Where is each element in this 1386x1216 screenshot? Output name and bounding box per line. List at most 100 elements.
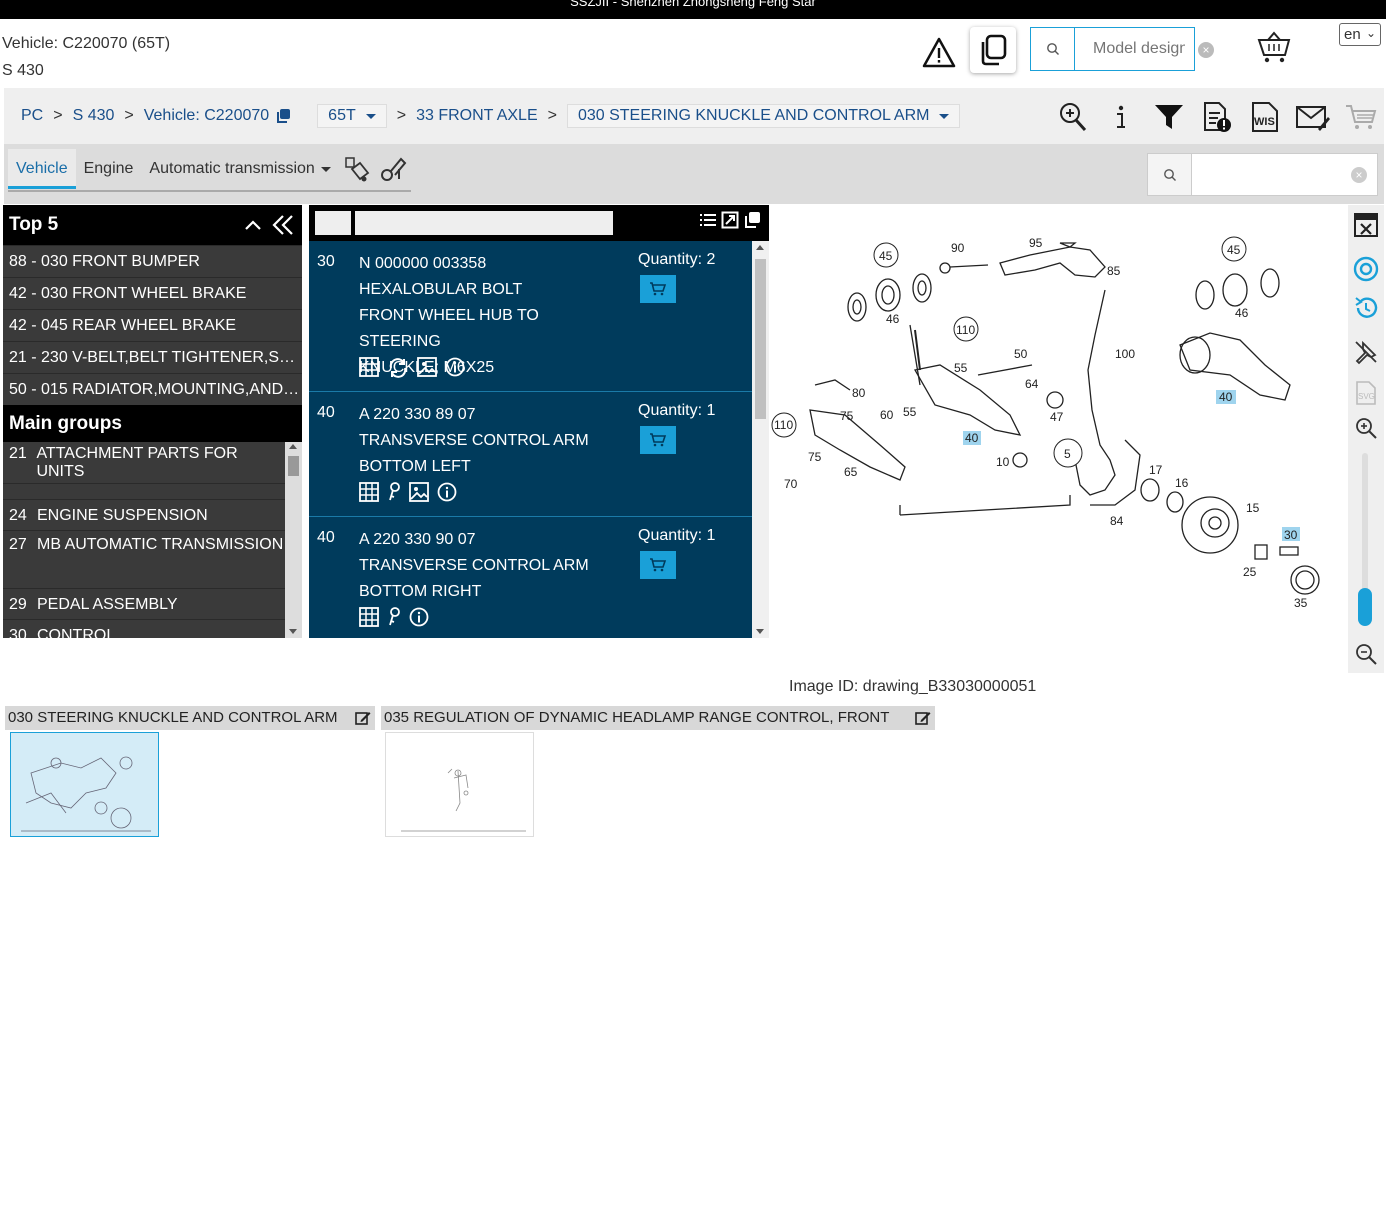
unpin-icon[interactable]	[1352, 338, 1380, 366]
document-alert-icon[interactable]	[1200, 100, 1234, 134]
main-group-item[interactable]: 27 MB AUTOMATIC TRANSMISSION	[3, 531, 285, 589]
clear-icon[interactable]: ×	[1351, 167, 1367, 183]
scroll-down-icon[interactable]	[289, 629, 297, 634]
breadcrumb-pc[interactable]: PC	[21, 107, 43, 125]
scrollbar[interactable]	[285, 442, 302, 638]
table-icon[interactable]	[359, 482, 379, 502]
info-icon[interactable]	[409, 607, 429, 627]
model-search-input[interactable]	[1075, 28, 1185, 70]
paint-icon[interactable]	[339, 151, 375, 187]
main-group-item[interactable]: 29 PEDAL ASSEMBLY	[3, 589, 285, 620]
svg-text:55: 55	[903, 405, 917, 419]
top5-item[interactable]: 42 - 045 REAR WHEEL BRAKE	[3, 309, 302, 341]
open-window-icon[interactable]	[743, 211, 761, 229]
breadcrumb-vehicle[interactable]: Vehicle: C220070	[144, 107, 269, 125]
zoom-in-icon[interactable]	[1056, 100, 1090, 134]
svg-text:85: 85	[1107, 264, 1121, 278]
thumbnail-tab[interactable]: 030 STEERING KNUCKLE AND CONTROL ARM	[5, 706, 375, 730]
search-button[interactable]	[1148, 154, 1192, 195]
svg-text:45: 45	[1227, 243, 1241, 257]
key-icon[interactable]	[387, 607, 401, 627]
exploded-diagram[interactable]: 45 90 9585 46 110 5550 100 6447 60 55 8075 …	[770, 205, 1348, 638]
scrollbar[interactable]	[752, 241, 769, 638]
part-description: FRONT WHEEL HUB TO STEERING	[359, 307, 539, 350]
svg-text:46: 46	[886, 312, 900, 326]
language-select[interactable]: en ⌄	[1339, 23, 1381, 46]
refresh-icon[interactable]	[387, 357, 409, 379]
wis-icon[interactable]: WIS	[1248, 100, 1282, 134]
part-row[interactable]: 40 A 220 330 89 07 TRANSVERSE CONTROL AR…	[309, 392, 752, 517]
drawing-thumbnail[interactable]	[385, 732, 534, 837]
top5-item[interactable]: 21 - 230 V-BELT,BELT TIGHTENER,SHE...	[3, 341, 302, 373]
mail-edit-icon[interactable]	[1296, 100, 1330, 134]
scrollbar-thumb[interactable]	[755, 259, 766, 419]
image-icon[interactable]	[417, 357, 437, 377]
collapse-left-icon[interactable]	[272, 214, 294, 236]
image-icon[interactable]	[409, 482, 429, 502]
table-icon[interactable]	[359, 607, 379, 627]
info-icon[interactable]	[445, 357, 465, 377]
toolbar: WIS	[1056, 100, 1378, 134]
subgroup-dropdown[interactable]: 030 STEERING KNUCKLE AND CONTROL ARM	[566, 104, 961, 128]
tab-vehicle[interactable]: Vehicle	[8, 149, 76, 189]
tab-engine[interactable]: Engine	[76, 149, 142, 189]
parts-icon[interactable]	[375, 151, 411, 187]
list-icon[interactable]	[699, 211, 717, 229]
svg-text:64: 64	[1025, 377, 1039, 391]
main-group-item[interactable]: 30 CONTROL	[3, 620, 285, 638]
history-icon[interactable]	[1352, 294, 1380, 322]
description-filter-input[interactable]	[355, 211, 613, 235]
zoom-out-icon[interactable]	[1352, 640, 1380, 668]
thumbnail-tab[interactable]: 035 REGULATION OF DYNAMIC HEADLAMP RANGE…	[381, 706, 935, 730]
top5-item[interactable]: 50 - 015 RADIATOR,MOUNTING,AND C...	[3, 373, 302, 405]
drawing-thumbnail[interactable]	[10, 732, 159, 837]
part-description: BOTTOM LEFT	[359, 458, 471, 475]
clear-icon[interactable]: ×	[1198, 42, 1214, 58]
breadcrumb-model[interactable]: S 430	[73, 107, 115, 125]
main-group-item[interactable]: 24 ENGINE SUSPENSION	[3, 500, 285, 531]
close-window-icon[interactable]	[1352, 211, 1380, 239]
info-icon[interactable]	[1104, 100, 1138, 134]
svg-text:45: 45	[879, 249, 893, 263]
main-group-item[interactable]: 21 ATTACHMENT PARTS FOR UNITS	[3, 442, 285, 484]
scrollbar-thumb[interactable]	[288, 456, 299, 476]
expand-icon[interactable]	[721, 211, 739, 229]
svg-text:47: 47	[1050, 410, 1064, 424]
position-filter-input[interactable]	[315, 211, 351, 235]
scroll-down-icon[interactable]	[756, 629, 764, 634]
add-to-cart-button[interactable]	[640, 426, 676, 454]
zoom-in-icon[interactable]	[1352, 414, 1380, 442]
basket-icon[interactable]	[1256, 30, 1292, 66]
info-icon[interactable]	[437, 482, 457, 502]
cart-icon[interactable]	[1344, 100, 1378, 134]
edit-icon[interactable]	[355, 710, 371, 726]
part-row[interactable]: 40 A 220 330 90 07 TRANSVERSE CONTROL AR…	[309, 517, 752, 638]
collapse-up-icon[interactable]	[244, 219, 262, 231]
search-button[interactable]	[1031, 28, 1075, 70]
target-icon[interactable]	[1352, 255, 1380, 283]
top5-item[interactable]: 88 - 030 FRONT BUMPER	[3, 245, 302, 277]
svg-download-icon[interactable]: SVG	[1352, 379, 1380, 407]
tab-automatic-transmission[interactable]: Automatic transmission	[141, 149, 338, 189]
copy-button[interactable]	[970, 27, 1016, 73]
top5-item[interactable]: 42 - 030 FRONT WHEEL BRAKE	[3, 277, 302, 309]
parts-drawing[interactable]: 45 90 95 85 46 110 55 50 100 64 47 60 55 80 75 …	[770, 205, 1348, 638]
top5-title: Top 5	[9, 214, 59, 235]
part-row[interactable]: 30 N 000000 003358 HEXALOBULAR BOLT FRON…	[309, 241, 752, 392]
add-to-cart-button[interactable]	[640, 551, 676, 579]
copy-icon[interactable]	[275, 108, 291, 124]
add-to-cart-button[interactable]	[640, 275, 676, 303]
search-icon	[1163, 168, 1176, 181]
table-icon[interactable]	[359, 357, 379, 377]
scroll-up-icon[interactable]	[756, 245, 764, 250]
edit-icon[interactable]	[915, 710, 931, 726]
key-icon[interactable]	[387, 482, 401, 502]
breadcrumb-group[interactable]: 33 FRONT AXLE	[416, 107, 538, 125]
filter-icon[interactable]	[1152, 100, 1186, 134]
warning-icon[interactable]	[922, 36, 956, 70]
zoom-slider-handle[interactable]	[1358, 588, 1372, 626]
scroll-up-icon[interactable]	[289, 444, 297, 449]
filter-search-input[interactable]	[1192, 154, 1342, 195]
variant-dropdown[interactable]: 65T	[317, 104, 387, 128]
vehicle-model: S 430	[2, 62, 44, 79]
